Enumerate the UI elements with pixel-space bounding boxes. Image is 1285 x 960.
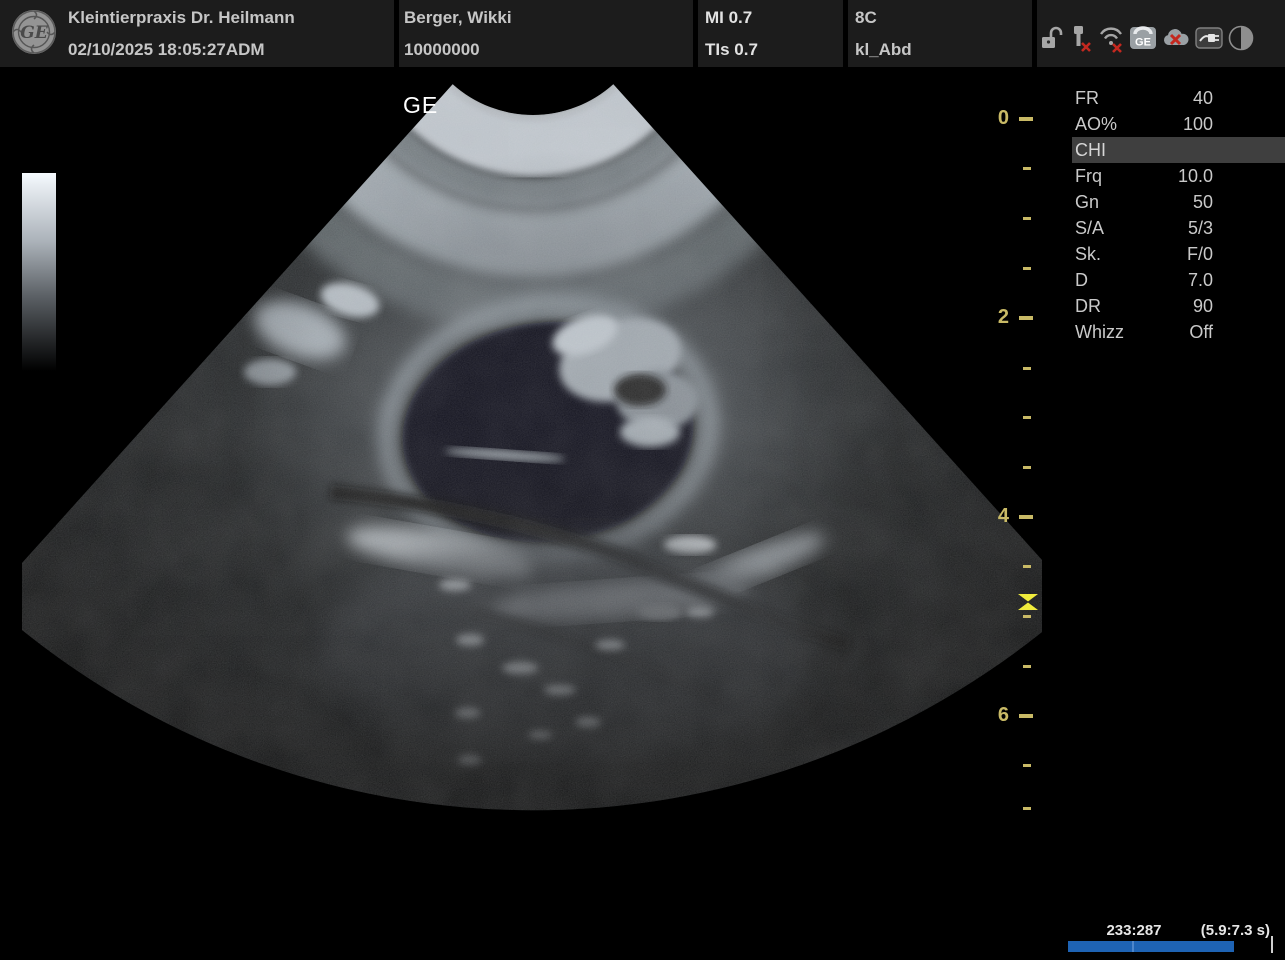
cine-info: 233:287 (5.9:7.3 s): [1068, 922, 1272, 939]
contrast-icon: [1228, 25, 1254, 51]
param-value: 5/3: [1188, 218, 1285, 239]
param-label: D: [1072, 270, 1088, 291]
depth-tick-minor: [1023, 217, 1031, 220]
depth-tick-minor: [1023, 807, 1031, 810]
status-icon-row: GE: [1040, 21, 1254, 55]
patient-name: Berger, Wikki: [404, 8, 512, 28]
param-label: Gn: [1072, 192, 1099, 213]
depth-tick-minor: [1023, 167, 1031, 170]
depth-tick-major: [1019, 117, 1033, 121]
depth-tick-major: [1019, 316, 1033, 320]
param-label: DR: [1072, 296, 1101, 317]
param-row-chi: CHI: [1072, 137, 1285, 163]
ge-remote-icon: GE: [1129, 24, 1157, 52]
depth-label: 2: [983, 306, 1009, 329]
param-list: FR 40 AO% 100 CHI Frq 10.0 Gn 50 S/A 5/3…: [1072, 85, 1285, 345]
param-value: 50: [1193, 192, 1285, 213]
param-label: Frq: [1072, 166, 1102, 187]
param-value: 40: [1193, 88, 1285, 109]
cine-progress-notch: [1132, 941, 1134, 952]
param-value: F/0: [1187, 244, 1285, 265]
preset-name: kl_Abd: [855, 40, 912, 60]
depth-label: 6: [983, 704, 1009, 727]
depth-tick-major: [1019, 714, 1033, 718]
power-plug-icon: [1195, 27, 1223, 49]
depth-tick-minor: [1023, 565, 1031, 568]
divider: [693, 0, 698, 67]
probe-name: 8C: [855, 8, 877, 28]
depth-tick-minor: [1023, 367, 1031, 370]
cine-frame-counter: 233:287: [1068, 922, 1200, 939]
mi-value: MI 0.7: [705, 8, 752, 28]
param-label: Whizz: [1072, 322, 1124, 343]
svg-text:GE: GE: [1135, 37, 1151, 49]
param-row-fr: FR 40: [1072, 85, 1285, 111]
divider: [1032, 0, 1037, 67]
depth-tick-minor: [1023, 416, 1031, 419]
param-row-d: D 7.0: [1072, 267, 1285, 293]
ge-logo-icon: GE: [11, 9, 57, 55]
probe-disconnected-icon: [1069, 23, 1093, 53]
image-vendor-label: GE: [403, 92, 438, 119]
param-value: 7.0: [1188, 270, 1285, 291]
depth-label: 4: [983, 505, 1009, 528]
svg-text:GE: GE: [20, 23, 49, 43]
param-row-gn: Gn 50: [1072, 189, 1285, 215]
param-value: 90: [1193, 296, 1285, 317]
facility-name: Kleintierpraxis Dr. Heilmann: [68, 8, 295, 28]
depth-tick-minor: [1023, 764, 1031, 767]
cloud-off-icon: [1162, 24, 1190, 52]
wifi-off-icon: [1098, 23, 1124, 53]
param-row-whizz: Whizz Off: [1072, 319, 1285, 345]
unlock-icon: [1040, 24, 1064, 52]
param-value: Off: [1189, 322, 1285, 343]
param-label: CHI: [1072, 140, 1106, 161]
param-label: AO%: [1072, 114, 1117, 135]
tis-value: TIs 0.7: [705, 40, 758, 60]
param-label: S/A: [1072, 218, 1104, 239]
param-row-sa: S/A 5/3: [1072, 215, 1285, 241]
grayscale-bar: [22, 173, 56, 371]
param-value: 10.0: [1178, 166, 1285, 187]
cine-progress-bar[interactable]: [1068, 941, 1234, 952]
param-label: Sk.: [1072, 244, 1101, 265]
depth-tick-minor: [1023, 466, 1031, 469]
exam-datetime: 02/10/2025 18:05:27ADM: [68, 40, 265, 60]
depth-tick-minor: [1023, 615, 1031, 618]
param-row-ao: AO% 100: [1072, 111, 1285, 137]
param-label: FR: [1072, 88, 1099, 109]
param-row-sk: Sk. F/0: [1072, 241, 1285, 267]
param-row-frq: Frq 10.0: [1072, 163, 1285, 189]
focus-position-marker[interactable]: [1016, 593, 1040, 611]
patient-id: 10000000: [404, 40, 480, 60]
depth-tick-minor: [1023, 267, 1031, 270]
top-info-bar: GE Kleintierpraxis Dr. Heilmann 02/10/20…: [0, 0, 1285, 70]
divider: [394, 0, 399, 67]
depth-tick-major: [1019, 515, 1033, 519]
depth-tick-minor: [1023, 665, 1031, 668]
param-row-dr: DR 90: [1072, 293, 1285, 319]
cine-time-range: (5.9:7.3 s): [1201, 922, 1270, 939]
divider: [843, 0, 848, 67]
cine-cursor[interactable]: [1271, 936, 1273, 953]
depth-label: 0: [983, 107, 1009, 130]
param-value: 100: [1183, 114, 1285, 135]
